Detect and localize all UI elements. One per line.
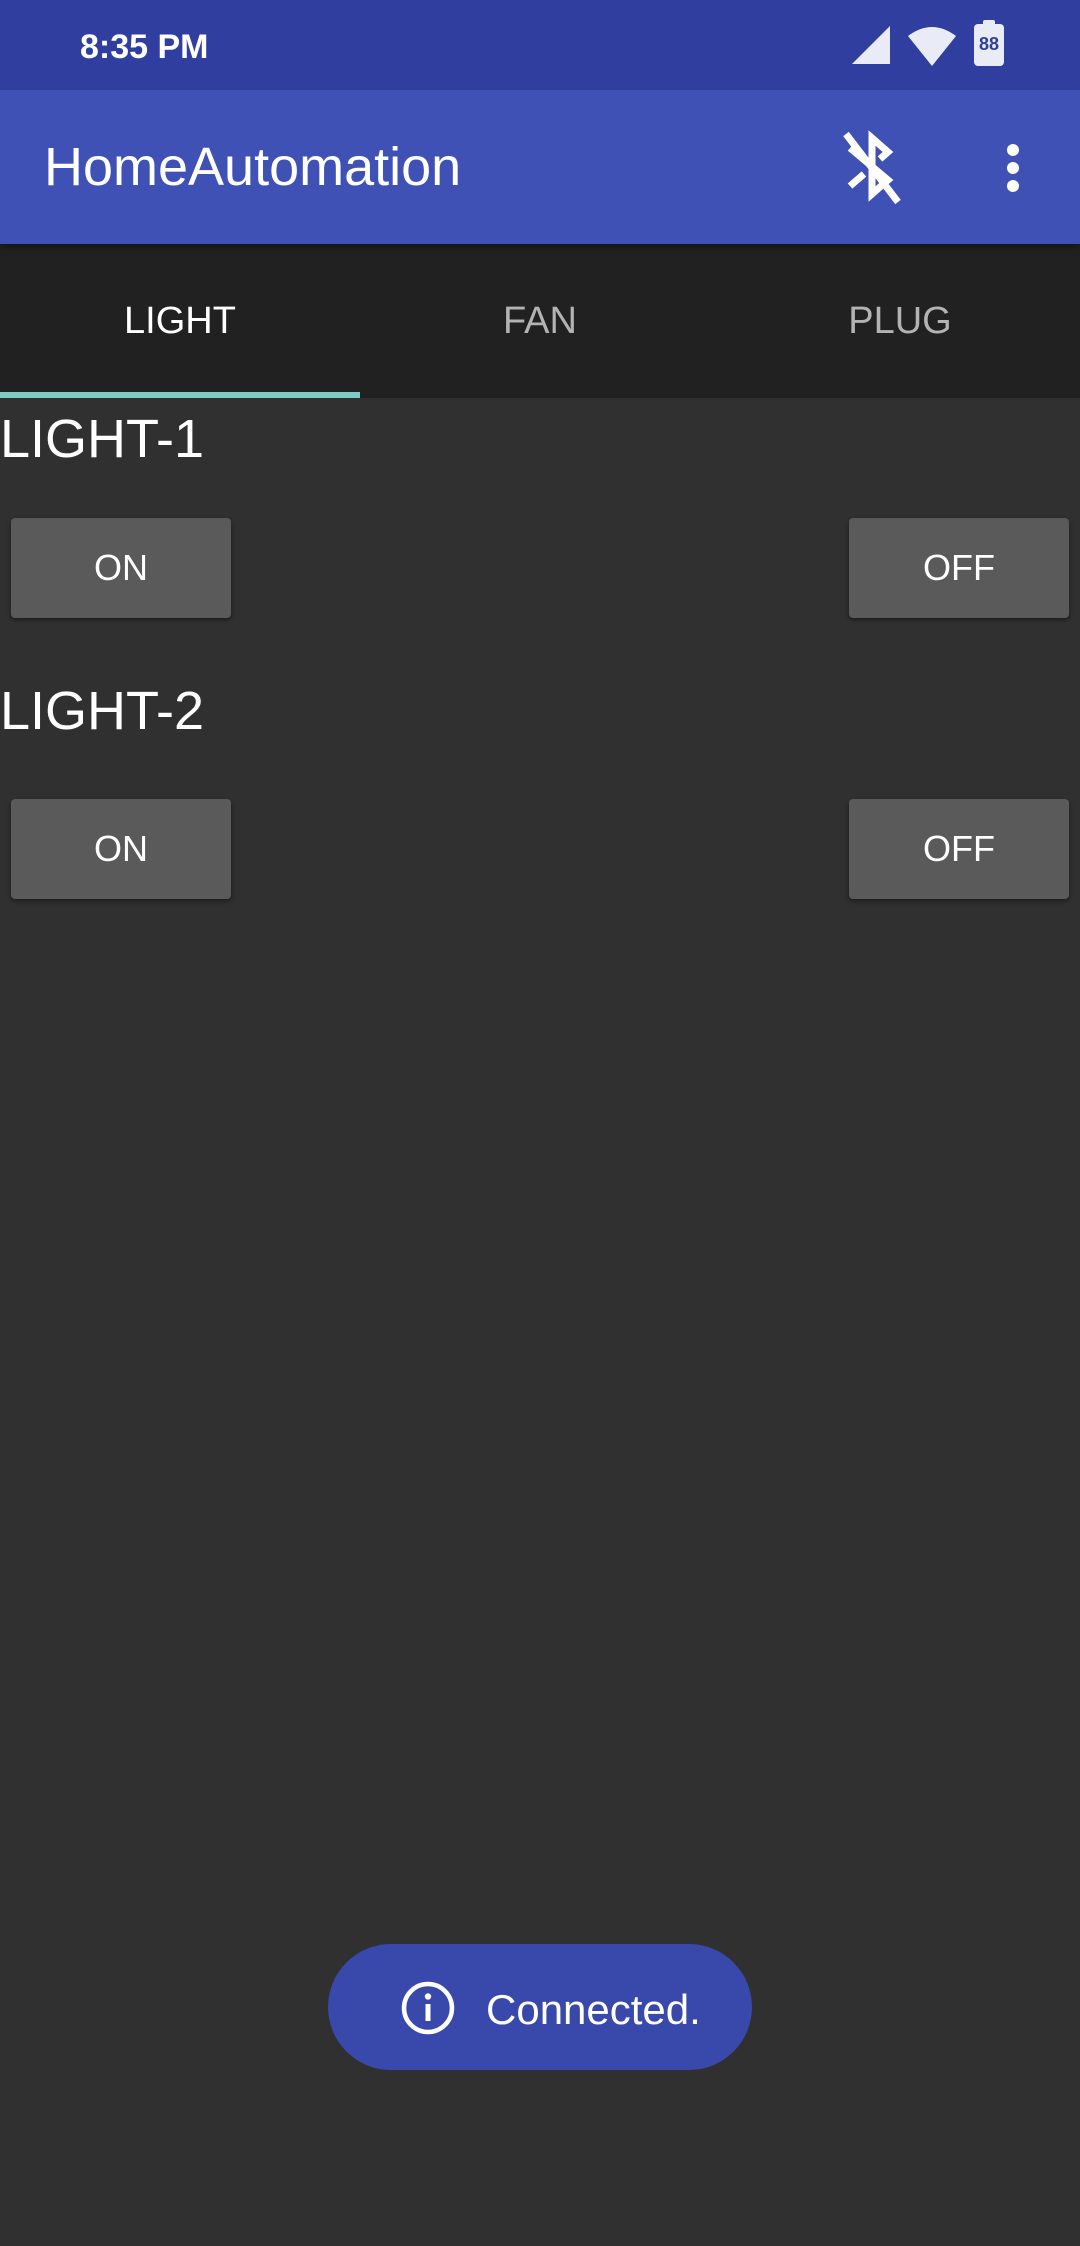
more-options-button[interactable] bbox=[990, 130, 1038, 206]
wifi-icon bbox=[908, 27, 956, 66]
light-2-on-button[interactable]: ON bbox=[11, 799, 231, 899]
tab-indicator bbox=[0, 392, 360, 398]
tab-fan-label: FAN bbox=[503, 299, 577, 342]
app-bar: HomeAutomation bbox=[0, 90, 1080, 244]
status-bar: 8:35 PM 88 bbox=[0, 0, 1080, 90]
bluetooth-disabled-icon bbox=[843, 130, 901, 205]
tab-fan[interactable]: FAN bbox=[360, 244, 720, 398]
tab-light-label: LIGHT bbox=[124, 299, 236, 342]
tab-bar: LIGHT FAN PLUG bbox=[0, 244, 1080, 398]
light-1-on-button[interactable]: ON bbox=[11, 518, 231, 618]
bluetooth-button[interactable] bbox=[836, 126, 908, 208]
toast-message: Connected. bbox=[486, 1986, 701, 2033]
screen: 8:35 PM 88 HomeAutomation LIGHT FAN PLUG… bbox=[0, 0, 1080, 2246]
light-1-off-button[interactable]: OFF bbox=[849, 518, 1069, 618]
app-title: HomeAutomation bbox=[44, 137, 462, 197]
light-2-off-button[interactable]: OFF bbox=[849, 799, 1069, 899]
tab-plug-label: PLUG bbox=[848, 299, 952, 342]
battery-icon: 88 bbox=[974, 20, 1004, 66]
info-icon bbox=[401, 1981, 455, 2035]
status-icons: 88 bbox=[852, 20, 1004, 68]
light-2-title: LIGHT-2 bbox=[0, 681, 205, 741]
more-vert-icon bbox=[990, 130, 1038, 206]
battery-level: 88 bbox=[978, 34, 1000, 54]
light-1-title: LIGHT-1 bbox=[0, 409, 205, 469]
tab-plug[interactable]: PLUG bbox=[720, 244, 1080, 398]
signal-icon bbox=[852, 26, 890, 64]
status-time: 8:35 PM bbox=[80, 28, 209, 66]
toast: Connected. bbox=[328, 1944, 752, 2070]
tab-light[interactable]: LIGHT bbox=[0, 244, 360, 398]
